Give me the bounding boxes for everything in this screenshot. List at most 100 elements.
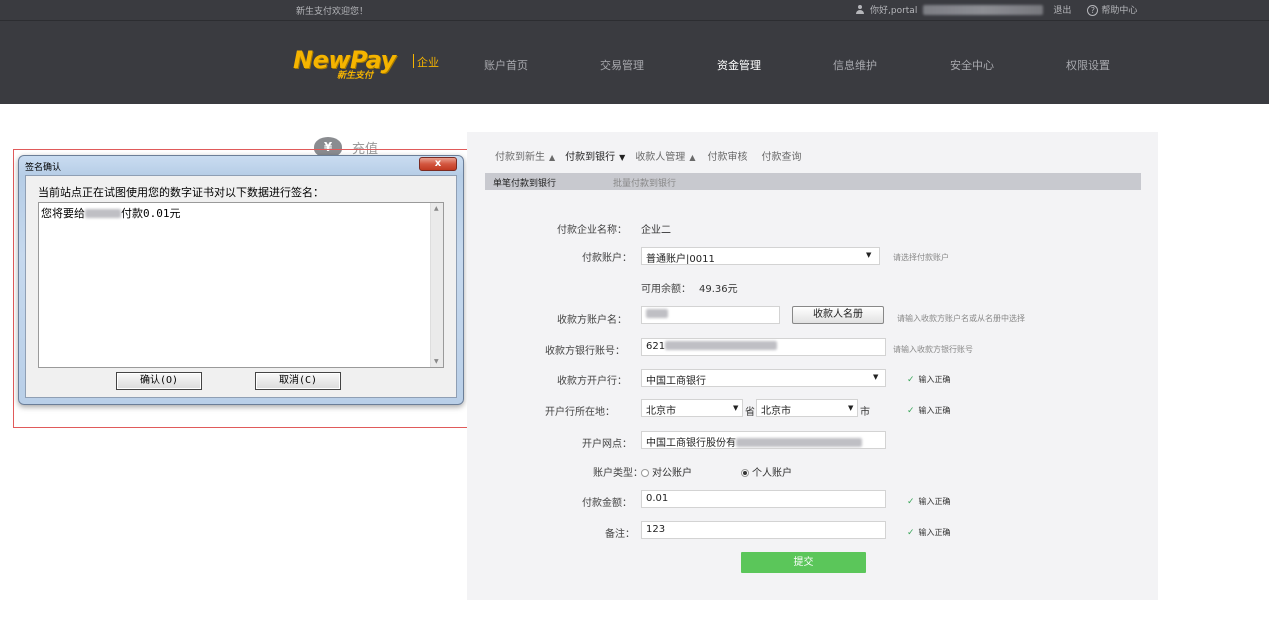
scroll-up-icon[interactable]: ▲ bbox=[434, 205, 439, 212]
tab-payment-query[interactable]: 付款查询 bbox=[761, 148, 801, 163]
payee-name-input[interactable] bbox=[641, 306, 780, 324]
confirm-button[interactable]: 确认(O) bbox=[116, 372, 202, 390]
subtab-single-payment[interactable]: 单笔付款到银行 bbox=[493, 176, 556, 189]
payment-tabs: 付款到新生 ▲ 付款到银行 ▼ 收款人管理 ▲ 付款审核 付款查询 bbox=[495, 148, 811, 163]
payee-redacted bbox=[85, 209, 121, 218]
province-select[interactable]: 北京市 bbox=[641, 399, 743, 417]
tab-label: 收款人管理 bbox=[635, 152, 686, 163]
valid-text: 输入正确 bbox=[918, 528, 951, 537]
welcome-text: 新生支付欢迎您！ bbox=[296, 7, 369, 17]
check-icon: ✓ bbox=[907, 375, 915, 385]
chevron-down-icon: ▼ bbox=[733, 404, 739, 412]
payment-subtabs: 单笔付款到银行 批量付款到银行 bbox=[485, 173, 1141, 190]
help-label: 帮助中心 bbox=[1101, 6, 1138, 16]
caret-down-icon: ▼ bbox=[619, 153, 626, 162]
user-area: 你好,portal 退出 ? 帮助中心 bbox=[856, 3, 1137, 16]
tab-payment-review[interactable]: 付款审核 bbox=[707, 148, 747, 163]
valid-text: 输入正确 bbox=[918, 497, 951, 506]
tab-payee-management[interactable]: 收款人管理 ▲ bbox=[635, 148, 695, 163]
dialog-title: 签名确认 bbox=[25, 163, 62, 173]
nav-info[interactable]: 信息维护 bbox=[833, 57, 877, 73]
branch-value: 中国工商银行股份有 bbox=[646, 438, 736, 449]
textarea-scrollbar[interactable]: ▲ ▼ bbox=[430, 203, 443, 367]
scroll-down-icon[interactable]: ▼ bbox=[434, 358, 439, 365]
amount-label: 付款金额： bbox=[582, 498, 632, 509]
radio-icon bbox=[641, 469, 649, 477]
close-icon[interactable]: x bbox=[419, 157, 457, 171]
branch-redacted bbox=[736, 438, 862, 447]
city-select[interactable]: 北京市 bbox=[756, 399, 858, 417]
logout-link[interactable]: 退出 bbox=[1053, 3, 1071, 16]
submit-button[interactable]: 提交 bbox=[741, 552, 866, 573]
account-hint: 请选择付款账户 bbox=[893, 253, 949, 262]
sign-data-textarea[interactable]: 您将要给 付款0.01元 ▲ ▼ bbox=[38, 202, 444, 368]
bank-select-value: 中国工商银行 bbox=[646, 376, 706, 387]
account-type-label: 账户类型： bbox=[593, 468, 643, 479]
city-value: 北京市 bbox=[761, 406, 791, 417]
nav-permissions[interactable]: 权限设置 bbox=[1066, 57, 1110, 73]
main-nav: 账户首页 交易管理 资金管理 信息维护 安全中心 权限设置 bbox=[0, 57, 1269, 73]
dialog-body: 当前站点正在试图使用您的数字证书对以下数据进行签名： 您将要给 付款0.01元 ▲… bbox=[25, 175, 457, 398]
cancel-button[interactable]: 取消(C) bbox=[255, 372, 341, 390]
user-greeting: 你好,portal bbox=[870, 6, 918, 16]
city-suffix: 市 bbox=[860, 407, 870, 418]
remark-label: 备注： bbox=[605, 529, 635, 540]
amount-input[interactable]: 0.01 bbox=[641, 490, 886, 508]
sign-data-content: 您将要给 付款0.01元 bbox=[41, 205, 181, 221]
radio-label: 个人账户 bbox=[752, 468, 792, 479]
nav-transactions[interactable]: 交易管理 bbox=[600, 57, 644, 73]
account-select[interactable]: 普通账户|0011 bbox=[641, 247, 880, 265]
payment-panel: 付款到新生 ▲ 付款到银行 ▼ 收款人管理 ▲ 付款审核 付款查询 单笔付款到银行 批… bbox=[467, 132, 1158, 600]
radio-selected-icon bbox=[741, 469, 749, 477]
payee-label: 收款方账户名： bbox=[557, 315, 627, 326]
chevron-down-icon: ▼ bbox=[848, 404, 854, 412]
user-email-redacted bbox=[923, 4, 1044, 15]
branch-label: 开户网点： bbox=[582, 439, 632, 450]
account-label: 付款账户： bbox=[582, 253, 632, 264]
user-icon bbox=[856, 5, 864, 14]
sign-data-prefix: 您将要给 bbox=[41, 207, 85, 220]
tab-label: 付款到银行 bbox=[565, 152, 616, 163]
bank-account-input[interactable]: 621 bbox=[641, 338, 886, 356]
bank-select[interactable]: 中国工商银行 bbox=[641, 369, 886, 387]
company-label: 付款企业名称： bbox=[557, 225, 627, 236]
bank-account-label: 收款方银行账号： bbox=[545, 346, 625, 357]
nav-security[interactable]: 安全中心 bbox=[950, 57, 994, 73]
company-value: 企业二 bbox=[641, 225, 671, 236]
signature-dialog: 签名确认 x 当前站点正在试图使用您的数字证书对以下数据进行签名： 您将要给 付款… bbox=[18, 155, 464, 405]
remark-valid: ✓ 输入正确 bbox=[907, 527, 951, 538]
chevron-down-icon: ▼ bbox=[866, 251, 872, 259]
nav-account-home[interactable]: 账户首页 bbox=[484, 57, 528, 73]
tab-label: 付款到新生 bbox=[495, 152, 545, 163]
valid-text: 输入正确 bbox=[918, 375, 951, 384]
location-label: 开户行所在地： bbox=[545, 407, 615, 418]
remark-input[interactable]: 123 bbox=[641, 521, 886, 539]
bank-account-value: 621 bbox=[646, 341, 666, 352]
payee-directory-button[interactable]: 收款人名册 bbox=[792, 306, 884, 324]
account-select-value: 普通账户|0011 bbox=[646, 254, 715, 265]
dialog-message: 当前站点正在试图使用您的数字证书对以下数据进行签名： bbox=[38, 186, 324, 199]
tab-pay-to-newpay[interactable]: 付款到新生 ▲ bbox=[495, 148, 555, 163]
remark-value: 123 bbox=[646, 524, 666, 535]
caret-up-icon: ▲ bbox=[549, 153, 556, 162]
balance-label: 可用余额： bbox=[641, 284, 691, 295]
tab-pay-to-bank[interactable]: 付款到银行 ▼ bbox=[565, 148, 625, 163]
help-link[interactable]: ? 帮助中心 bbox=[1087, 3, 1137, 16]
amount-value: 0.01 bbox=[646, 493, 669, 504]
amount-valid: ✓ 输入正确 bbox=[907, 496, 951, 507]
help-icon: ? bbox=[1087, 5, 1099, 16]
branch-input[interactable]: 中国工商银行股份有 bbox=[641, 431, 886, 449]
top-header: 新生支付欢迎您！ 你好,portal 退出 ? 帮助中心 NewPay 新生支付 … bbox=[0, 0, 1269, 104]
location-valid: ✓ 输入正确 bbox=[907, 405, 951, 416]
account-type-personal-radio[interactable]: 个人账户 bbox=[741, 464, 792, 479]
bank-account-redacted bbox=[665, 341, 778, 350]
nav-funds[interactable]: 资金管理 bbox=[717, 57, 761, 73]
bank-valid: ✓ 输入正确 bbox=[907, 374, 951, 385]
province-value: 北京市 bbox=[646, 406, 676, 417]
check-icon: ✓ bbox=[907, 528, 915, 538]
account-type-public-radio[interactable]: 对公账户 bbox=[641, 464, 692, 479]
header-divider bbox=[0, 20, 1269, 21]
caret-up-icon: ▲ bbox=[689, 153, 696, 162]
subtab-batch-payment[interactable]: 批量付款到银行 bbox=[613, 176, 676, 189]
bank-label: 收款方开户行： bbox=[557, 376, 627, 387]
